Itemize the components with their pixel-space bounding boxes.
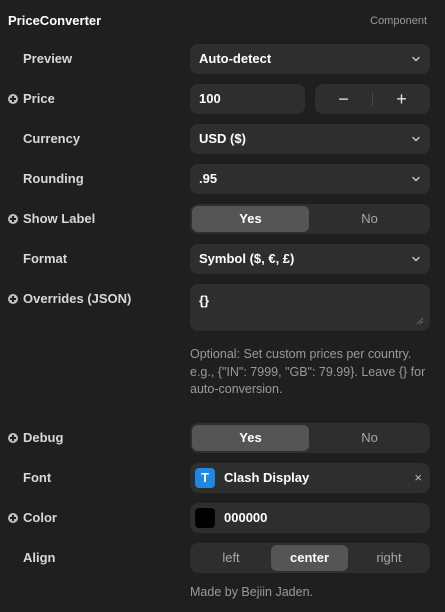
currency-select[interactable]: USD ($) — [190, 124, 430, 154]
add-circle-icon[interactable] — [8, 433, 18, 443]
show-label-toggle: Yes No — [190, 204, 430, 234]
align-left[interactable]: left — [192, 545, 270, 571]
row-font: Font T Clash Display × — [0, 463, 445, 493]
show-label-no[interactable]: No — [311, 206, 428, 232]
row-price: Price 100 − + — [0, 84, 445, 114]
debug-label: Debug — [23, 430, 64, 445]
add-circle-icon[interactable] — [8, 513, 18, 523]
format-select[interactable]: Symbol ($, €, £) — [190, 244, 430, 274]
add-circle-icon[interactable] — [8, 294, 18, 304]
add-circle-icon[interactable] — [8, 94, 18, 104]
chevron-down-icon — [412, 136, 420, 142]
align-center[interactable]: center — [271, 545, 348, 571]
preview-value: Auto-detect — [199, 51, 272, 66]
overrides-help-text: Optional: Set custom prices per country.… — [190, 347, 426, 396]
close-icon[interactable]: × — [414, 463, 422, 493]
preview-select[interactable]: Auto-detect — [190, 44, 430, 74]
font-value: Clash Display — [224, 470, 310, 485]
preview-label: Preview — [23, 51, 73, 66]
chevron-down-icon — [412, 256, 420, 262]
debug-toggle: Yes No — [190, 423, 430, 453]
rounding-select[interactable]: .95 — [190, 164, 430, 194]
row-debug: Debug Yes No — [0, 423, 445, 453]
row-format: Format Symbol ($, €, £) — [0, 244, 445, 274]
row-show-label: Show Label Yes No — [0, 204, 445, 234]
price-value: 100 — [199, 91, 221, 106]
row-rounding: Rounding .95 — [0, 164, 445, 194]
rounding-label: Rounding — [23, 171, 84, 186]
row-currency: Currency USD ($) — [0, 124, 445, 154]
chevron-down-icon — [412, 176, 420, 182]
align-toggle: left center right — [190, 543, 430, 573]
currency-value: USD ($) — [199, 131, 246, 146]
color-label: Color — [23, 510, 57, 525]
rounding-value: .95 — [199, 171, 218, 186]
overrides-value: {} — [199, 293, 210, 308]
row-preview: Preview Auto-detect — [0, 44, 445, 74]
format-label: Format — [23, 251, 68, 266]
price-stepper: − + — [315, 84, 430, 114]
color-value: 000000 — [224, 510, 268, 525]
format-value: Symbol ($, €, £) — [199, 251, 295, 266]
row-align: Align left center right — [0, 543, 445, 573]
overrides-label: Overrides (JSON) — [23, 291, 132, 306]
panel-header: PriceConverter Component — [0, 0, 445, 40]
align-label: Align — [23, 550, 56, 565]
increment-button[interactable]: + — [373, 84, 430, 114]
decrement-button[interactable]: − — [315, 84, 372, 114]
debug-yes[interactable]: Yes — [192, 425, 309, 451]
footer-credit: Made by Bejiin Jaden. — [190, 585, 313, 599]
add-circle-icon[interactable] — [8, 214, 18, 224]
show-label-label: Show Label — [23, 211, 96, 226]
font-picker[interactable]: T Clash Display × — [190, 463, 430, 493]
price-input[interactable]: 100 — [190, 84, 305, 114]
align-right[interactable]: right — [350, 545, 428, 571]
component-tag: Component — [370, 15, 427, 27]
color-picker[interactable]: 000000 — [190, 503, 430, 533]
resize-handle-icon[interactable] — [416, 317, 424, 325]
price-label: Price — [23, 91, 55, 106]
overrides-textarea[interactable]: {} — [190, 284, 430, 331]
font-label: Font — [23, 470, 52, 485]
font-type-icon: T — [195, 468, 215, 488]
row-color: Color 000000 — [0, 503, 445, 533]
color-swatch[interactable] — [195, 508, 215, 528]
chevron-down-icon — [412, 56, 420, 62]
debug-no[interactable]: No — [311, 425, 428, 451]
component-title: PriceConverter — [8, 13, 102, 28]
show-label-yes[interactable]: Yes — [192, 206, 309, 232]
currency-label: Currency — [23, 131, 81, 146]
